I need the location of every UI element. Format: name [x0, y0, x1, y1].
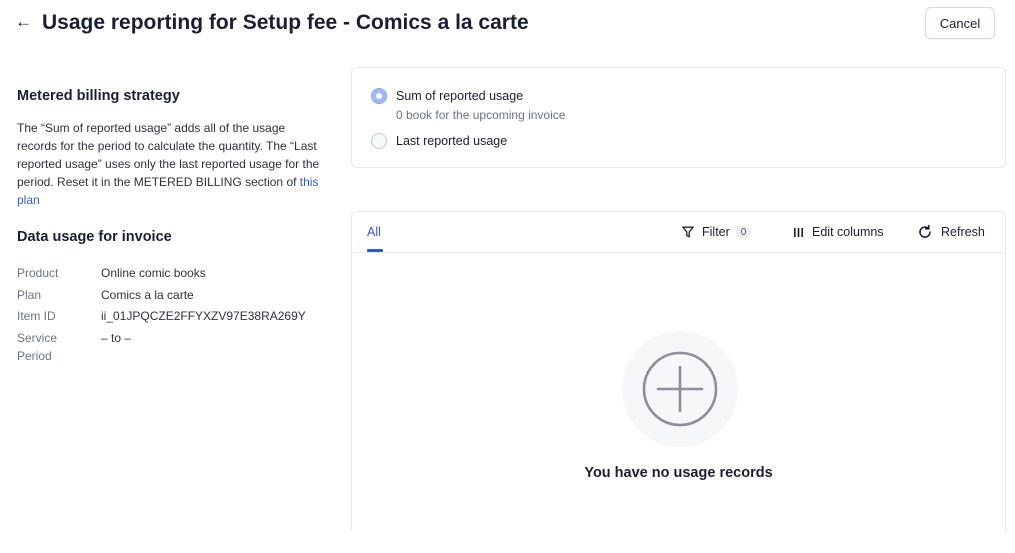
data-usage-title: Data usage for invoice [17, 229, 172, 245]
detail-key: Service Period [17, 330, 58, 363]
radio-option-last[interactable]: Last reported usage [371, 132, 507, 150]
detail-value: ii_01JPQCZE2FFYXZV97E38RA269Y [101, 309, 306, 323]
arrow-left-icon[interactable]: ← [15, 11, 32, 33]
upcoming-invoice-hint: 0 book for the upcoming invoice [396, 108, 566, 122]
page-header: ← Usage reporting for Setup fee - Comics… [0, 0, 1015, 46]
refresh-icon [919, 224, 931, 238]
description-text: The “Sum of reported usage” adds all of … [17, 121, 320, 189]
filter-icon [682, 226, 694, 238]
radio-label: Last reported usage [396, 134, 508, 148]
strategy-options-card: Sum of reported usage 0 book for the upc… [351, 67, 1006, 168]
billing-strategy-description: The “Sum of reported usage” adds all of … [17, 119, 322, 209]
refresh-label: Refresh [941, 225, 985, 239]
detail-row-plan: Plan Comics a la carte [17, 286, 322, 304]
radio-button[interactable] [371, 133, 387, 149]
tab-active-indicator [367, 249, 383, 252]
detail-value: Comics a la carte [101, 287, 194, 302]
detail-value: – to – [101, 330, 132, 345]
filter-count-badge: 0 [735, 225, 752, 239]
refresh-button[interactable]: Refresh [917, 224, 985, 240]
detail-key: Product [17, 266, 59, 280]
edit-columns-button[interactable]: Edit columns [793, 224, 884, 240]
billing-strategy-title: Metered billing strategy [17, 88, 180, 104]
radio-label: Sum of reported usage [396, 89, 524, 103]
detail-key: Plan [17, 287, 42, 302]
detail-key: Item ID [17, 309, 56, 323]
columns-icon [794, 227, 803, 237]
invoice-details: Product Online comic books Plan Comics a… [17, 264, 322, 365]
edit-columns-label: Edit columns [812, 225, 884, 239]
plus-circle-icon [642, 351, 718, 427]
cancel-button[interactable]: Cancel [925, 7, 995, 39]
left-column: Metered billing strategy The “Sum of rep… [17, 86, 322, 368]
empty-state-message: You have no usage records [584, 465, 773, 481]
page-title: Usage reporting for Setup fee - Comics a… [42, 11, 529, 34]
empty-state-illustration [622, 331, 738, 447]
records-toolbar: All Filter 0 Edit columns Refresh [352, 212, 1005, 253]
detail-row-product: Product Online comic books [17, 264, 322, 282]
filter-label: Filter [702, 225, 730, 239]
detail-row-service-period: Service Period – to – [17, 329, 322, 365]
radio-button-selected[interactable] [371, 88, 387, 104]
usage-records-card: All Filter 0 Edit columns Refresh You ha… [351, 211, 1006, 531]
tab-all[interactable]: All [367, 224, 381, 240]
detail-value: Online comic books [101, 266, 206, 280]
radio-option-sum[interactable]: Sum of reported usage [371, 87, 523, 105]
detail-row-item-id: Item ID ii_01JPQCZE2FFYXZV97E38RA269Y [17, 307, 322, 325]
filter-button[interactable]: Filter 0 [682, 224, 752, 240]
